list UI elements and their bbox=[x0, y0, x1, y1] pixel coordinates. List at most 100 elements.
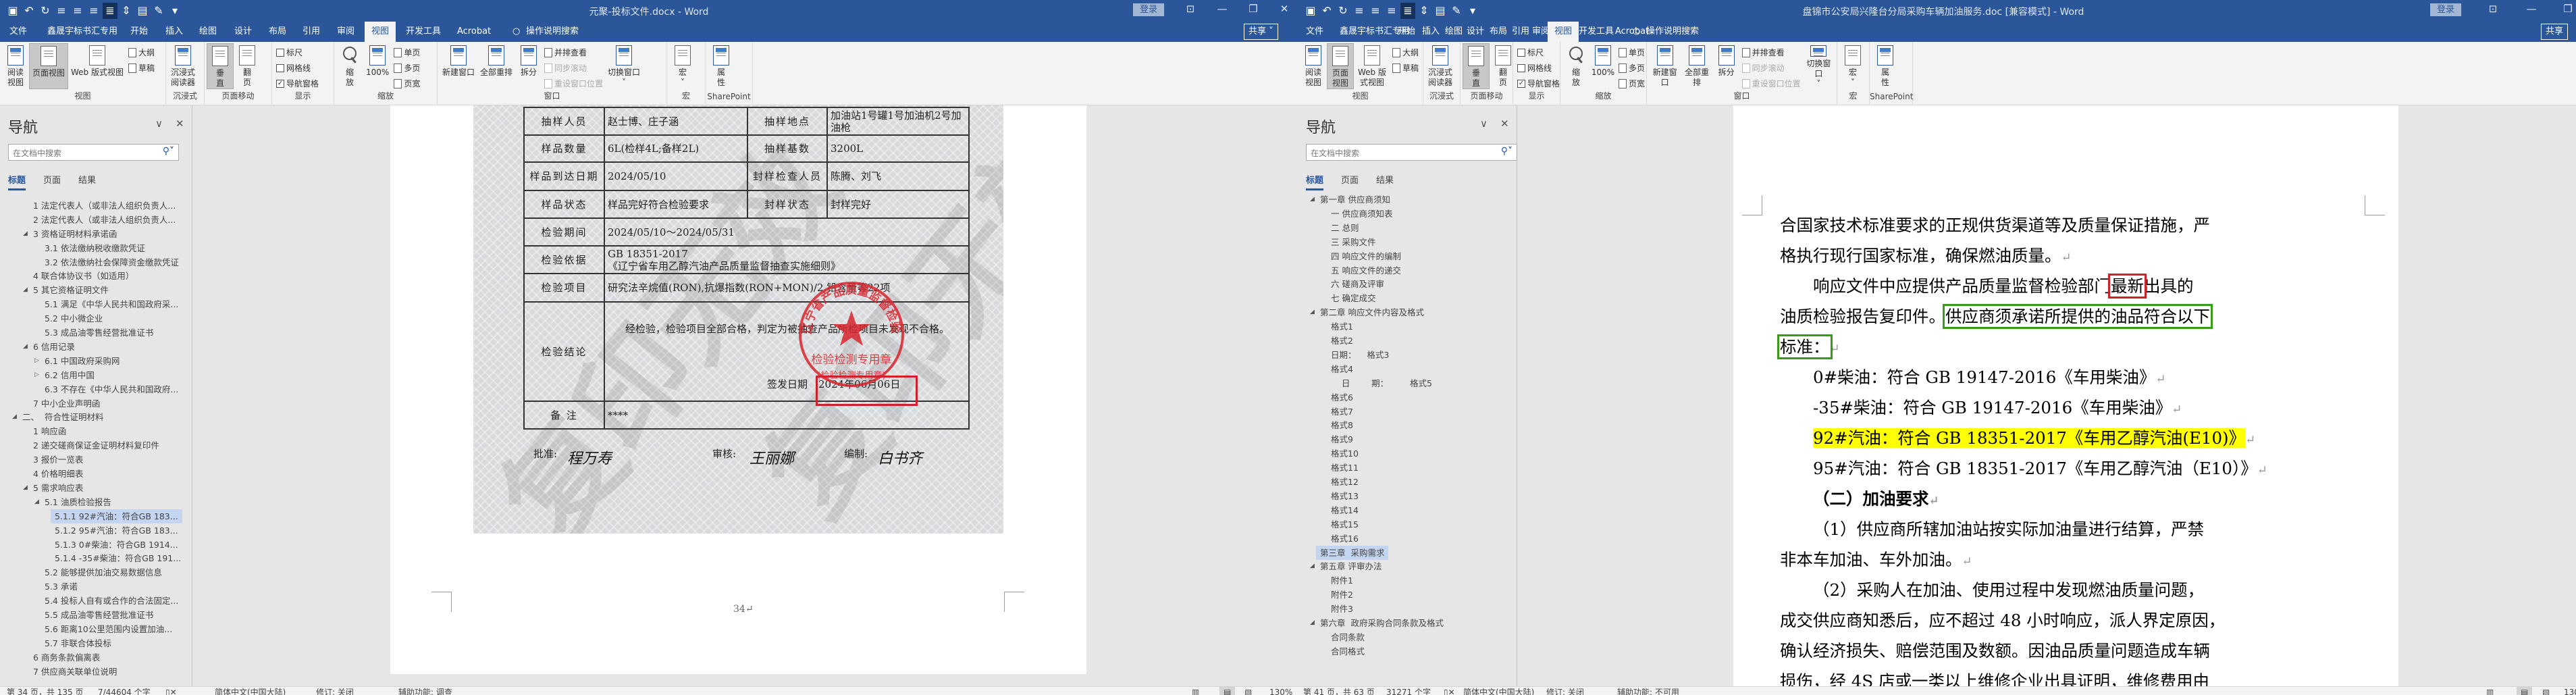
heading-item[interactable]: ◢ 第二章 响应文件内容及格式 bbox=[1298, 305, 1517, 319]
heading-item[interactable]: 七 确定成交 bbox=[1298, 291, 1517, 305]
heading-item[interactable]: 2 法定代表人（或非法人组织负责人... bbox=[0, 213, 192, 227]
ribbon-display-options-icon[interactable]: ⊡ bbox=[1180, 3, 1201, 15]
heading-item[interactable]: 格式4 bbox=[1298, 362, 1517, 376]
button-1[interactable]: 草稿 bbox=[1392, 61, 1419, 74]
arrange-all-button[interactable]: 全部重排 bbox=[1681, 43, 1712, 89]
checkbox-0[interactable]: 标尺 bbox=[276, 46, 319, 59]
button-1[interactable]: 同步滚动 bbox=[544, 61, 603, 74]
heading-item[interactable]: 2 递交磋商保证金证明材料复印件 bbox=[0, 438, 192, 453]
restore-button[interactable]: ❐ bbox=[2558, 3, 2576, 15]
tab-7[interactable]: 引用 bbox=[1512, 22, 1529, 42]
heading-item[interactable]: ◢ 第五章 评审办法 bbox=[1298, 559, 1517, 573]
checkbox-unchecked[interactable] bbox=[1517, 63, 1525, 72]
vertical-scroll-button[interactable]: 垂 直 bbox=[1463, 43, 1490, 89]
search-icon[interactable]: ⚲˅ bbox=[163, 146, 174, 157]
tab-7[interactable]: 引用 bbox=[303, 22, 320, 42]
nav-tab-1[interactable]: 页面 bbox=[43, 173, 61, 190]
nav-close-icon[interactable]: ✕ bbox=[176, 118, 184, 130]
tab-11[interactable]: Acrobat bbox=[457, 22, 491, 42]
heading-item[interactable]: 1 响应函 bbox=[0, 424, 192, 438]
print-layout-view-icon[interactable]: ▤ bbox=[2517, 687, 2533, 695]
nav-options-chevron-icon[interactable]: ∨ bbox=[1480, 118, 1488, 130]
heading-item[interactable]: 5.1.3 0#柴油：符合GB 1914... bbox=[0, 538, 192, 552]
heading-item[interactable]: 5.4 投标人自有或合作的合法固定... bbox=[0, 594, 192, 608]
tab-6[interactable]: 布局 bbox=[269, 22, 286, 42]
checkbox-unchecked[interactable] bbox=[1517, 48, 1525, 57]
status-zoom[interactable]: 130% bbox=[2564, 687, 2576, 695]
heading-item[interactable]: 格式10 bbox=[1298, 446, 1517, 461]
nav-tab-0[interactable]: 标题 bbox=[8, 173, 26, 190]
properties-button[interactable]: 属 性 bbox=[708, 43, 735, 89]
search-input[interactable]: 在文档中搜索 ⚲˅ bbox=[1306, 144, 1517, 161]
checkbox-2[interactable]: ✓ 导航窗格 bbox=[276, 77, 319, 90]
heading-item[interactable]: 格式12 bbox=[1298, 475, 1517, 489]
expanded-triangle-icon[interactable]: ◢ bbox=[23, 481, 28, 495]
heading-item[interactable]: 4 联合体协议书（如适用） bbox=[0, 269, 192, 283]
button-1[interactable]: 草稿 bbox=[128, 61, 155, 74]
heading-item[interactable]: 五 响应文件的递交 bbox=[1298, 263, 1517, 278]
sign-in-button[interactable]: 登录 bbox=[1133, 3, 1164, 16]
heading-item[interactable]: 三 采购文件 bbox=[1298, 235, 1517, 249]
tab-2[interactable]: 开始 bbox=[1398, 22, 1415, 42]
web-layout-view-icon[interactable]: ▧ bbox=[1244, 687, 1252, 695]
status-zoom[interactable]: 130% bbox=[1269, 687, 1292, 695]
expanded-triangle-icon[interactable]: ◢ bbox=[23, 340, 28, 354]
expanded-triangle-icon[interactable]: ◢ bbox=[23, 283, 28, 297]
web-layout-button[interactable]: Web 版式视图 bbox=[1354, 43, 1390, 89]
status-page[interactable]: 第 41 页，共 63 页 bbox=[1303, 687, 1375, 695]
heading-item[interactable]: 合同条款 bbox=[1298, 630, 1517, 644]
heading-item[interactable]: 5.2 中小微企业 bbox=[0, 311, 192, 326]
button-1[interactable]: 多页 bbox=[394, 61, 420, 74]
document-page[interactable]: 合国家技术标准要求的正规供货渠道等及质量保证措施，严 格执行现行国家标准，确保燃油… bbox=[1733, 105, 2398, 691]
checkbox-2[interactable]: ✓ 导航窗格 bbox=[1517, 77, 1560, 90]
heading-item[interactable]: 一 供应商须知表 bbox=[1298, 207, 1517, 221]
minimize-button[interactable]: — bbox=[1212, 3, 1232, 15]
heading-item[interactable]: 附件1 bbox=[1298, 573, 1517, 588]
search-input[interactable]: 在文档中搜索 ⚲˅ bbox=[8, 144, 179, 161]
macros-button[interactable]: 宏 ˅ bbox=[669, 43, 696, 89]
heading-item[interactable]: 7 中小企业声明函 bbox=[0, 396, 192, 411]
expanded-triangle-icon[interactable]: ◢ bbox=[23, 227, 28, 241]
heading-item[interactable]: 5.7 非联合体投标 bbox=[0, 636, 192, 650]
side-to-side-button[interactable]: 翻 页 bbox=[1490, 43, 1517, 89]
collapsed-triangle-icon[interactable]: ▷ bbox=[34, 368, 39, 382]
heading-item[interactable]: 格式6 bbox=[1298, 390, 1517, 405]
heading-item[interactable]: ◢ 5.1 油质检验报告 bbox=[0, 495, 192, 509]
read-mode-view-icon[interactable]: ▥ bbox=[2486, 687, 2494, 695]
heading-item[interactable]: 格式13 bbox=[1298, 489, 1517, 503]
button-0[interactable]: 并排查看 bbox=[1741, 46, 1801, 59]
ribbon-display-options-icon[interactable]: ⊡ bbox=[2483, 3, 2503, 15]
zoom-button[interactable]: 缩 放 bbox=[1562, 43, 1589, 89]
heading-item[interactable]: 5.1.1 92#汽油：符合GB 183... bbox=[0, 509, 192, 523]
web-layout-view-icon[interactable]: ▧ bbox=[2542, 687, 2550, 695]
tab-6[interactable]: 布局 bbox=[1490, 22, 1507, 42]
heading-item[interactable]: 3.2 依法缴纳社会保障资金缴款凭证 bbox=[0, 255, 192, 269]
tab-1[interactable]: 鑫晟宇标书汇专用 bbox=[47, 22, 117, 42]
heading-item[interactable]: ◢ 3 资格证明材料承诺函 bbox=[0, 227, 192, 241]
zoom-100-button[interactable]: 100% bbox=[363, 43, 392, 89]
button-0[interactable]: 单页 bbox=[394, 46, 420, 59]
heading-item[interactable]: 3 报价一览表 bbox=[0, 453, 192, 467]
switch-windows-button[interactable]: 切换窗口 ˅ bbox=[605, 43, 643, 89]
heading-item[interactable]: ◢ 5 需求响应表 bbox=[0, 481, 192, 495]
heading-item[interactable]: 格式14 bbox=[1298, 503, 1517, 517]
button-0[interactable]: 并排查看 bbox=[544, 46, 603, 59]
heading-item[interactable]: 附件2 bbox=[1298, 588, 1517, 602]
tab-9[interactable]: 视图 bbox=[365, 22, 396, 42]
switch-windows-button[interactable]: 切换窗口 ˅ bbox=[1803, 43, 1835, 89]
tab-10[interactable]: 开发工具 bbox=[1579, 22, 1614, 42]
status-accessibility[interactable]: 辅助功能: 不可用 bbox=[1617, 687, 1679, 695]
heading-item[interactable]: 5.1.4 -35#柴油：符合GB 191... bbox=[0, 551, 192, 565]
document-page[interactable]: 抽样人员 赵士博、庄子涵 抽样地点 加油站1号罐1号加油机2号加油枪 样品数量 6L(检样… bbox=[390, 105, 1086, 674]
heading-item[interactable]: 5.3 成品油零售经营批准证书 bbox=[0, 326, 192, 340]
zoom-button[interactable]: 缩 放 bbox=[336, 43, 363, 89]
tab-2[interactable]: 开始 bbox=[130, 22, 148, 42]
expanded-triangle-icon[interactable]: ◢ bbox=[1310, 192, 1315, 207]
status-words[interactable]: 31271 个字 bbox=[1386, 687, 1431, 695]
heading-item[interactable]: 合同格式 bbox=[1298, 644, 1517, 659]
tab-5[interactable]: 设计 bbox=[1467, 22, 1484, 42]
nav-tab-2[interactable]: 结果 bbox=[78, 173, 96, 190]
heading-item[interactable]: 5.1.2 95#汽油：符合GB 183... bbox=[0, 523, 192, 538]
tab-3[interactable]: 插入 bbox=[165, 22, 183, 42]
tab-8[interactable]: 审阅 bbox=[337, 22, 354, 42]
